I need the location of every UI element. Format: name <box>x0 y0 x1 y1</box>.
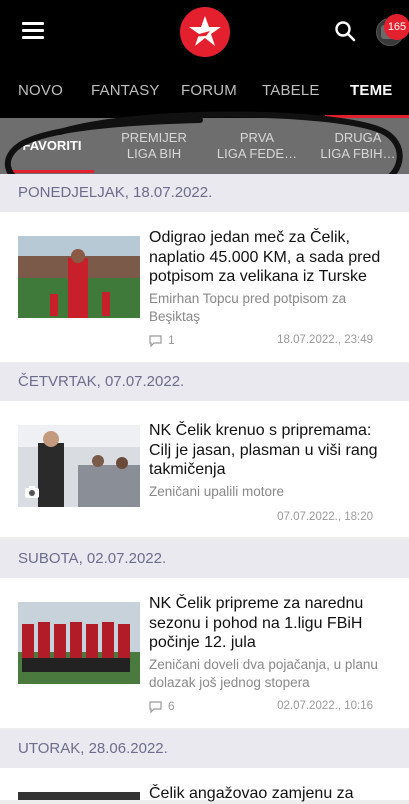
tab-fantasy[interactable]: FANTASY <box>91 82 160 99</box>
comment-count[interactable]: 1 <box>149 333 175 348</box>
article-timestamp: 18.07.2022., 23:49 <box>277 334 373 346</box>
date-header: PONEDJELJAK, 18.07.2022. <box>0 174 409 212</box>
subtab-prva-liga[interactable]: PRVA LIGA FEDE… <box>212 130 302 162</box>
article-thumbnail[interactable] <box>18 425 140 507</box>
star-logo[interactable] <box>180 7 230 57</box>
search-icon[interactable] <box>334 20 356 42</box>
article-headline[interactable]: Odigrao jedan meč za Čelik, naplatio 45.… <box>149 228 397 287</box>
article-lede: Zeničani doveli dva pojačanja, u planu d… <box>149 657 378 690</box>
comment-icon <box>149 701 162 714</box>
comment-count[interactable]: 6 <box>149 699 175 714</box>
article-headline[interactable]: NK Čelik pripreme za narednu sezonu i po… <box>149 594 397 653</box>
main-nav: NOVO FANTASY FORUM TABELE TEME <box>0 64 409 118</box>
comment-icon <box>149 335 162 348</box>
date-header: SUBOTA, 02.07.2022. <box>0 540 409 578</box>
article-card[interactable]: Čelik angažovao zamjenu za <box>0 768 409 802</box>
article-timestamp: 02.07.2022., 10:16 <box>277 700 373 712</box>
tab-teme[interactable]: TEME <box>350 82 392 99</box>
article-card[interactable]: NK Čelik pripreme za narednu sezonu i po… <box>0 578 409 728</box>
article-card[interactable]: Odigrao jedan meč za Čelik, naplatio 45.… <box>0 212 409 362</box>
hamburger-menu-icon[interactable] <box>22 22 44 40</box>
article-headline[interactable]: Čelik angažovao zamjenu za <box>149 784 397 804</box>
subtab-premijer-liga[interactable]: PREMIJER LIGA BIH <box>112 130 196 162</box>
article-thumbnail[interactable] <box>18 792 140 800</box>
article-headline[interactable]: NK Čelik krenuo s pripremama: Cilj je ja… <box>149 421 397 480</box>
tab-forum[interactable]: FORUM <box>181 82 237 99</box>
comment-count-label: 1 <box>168 333 175 347</box>
article-lede: Emirhan Topcu pred potpisom za Beşiktaş <box>149 291 347 324</box>
notification-badge[interactable]: 165 <box>384 14 409 40</box>
article-thumbnail[interactable] <box>18 236 140 318</box>
article-thumbnail[interactable] <box>18 602 140 684</box>
app-header: 165 <box>0 0 409 64</box>
date-header: UTORAK, 28.06.2022. <box>0 730 409 768</box>
comment-count-label: 6 <box>168 699 175 713</box>
active-subtab-indicator <box>10 170 94 173</box>
topic-subnav: FAVORITI PREMIJER LIGA BIH PRVA LIGA FED… <box>0 118 409 174</box>
article-timestamp: 07.07.2022., 18:20 <box>277 511 373 523</box>
subtab-druga-liga[interactable]: DRUGA LIGA FBIH… <box>318 130 398 162</box>
date-header: ČETVRTAK, 07.07.2022. <box>0 363 409 401</box>
tab-novo[interactable]: NOVO <box>18 82 63 99</box>
article-card[interactable]: NK Čelik krenuo s pripremama: Cilj je ja… <box>0 401 409 537</box>
subtab-favoriti[interactable]: FAVORITI <box>22 138 82 154</box>
camera-icon <box>25 486 39 498</box>
tab-tabele[interactable]: TABELE <box>262 82 320 99</box>
article-lede: Zeničani upalili motore <box>149 484 285 499</box>
